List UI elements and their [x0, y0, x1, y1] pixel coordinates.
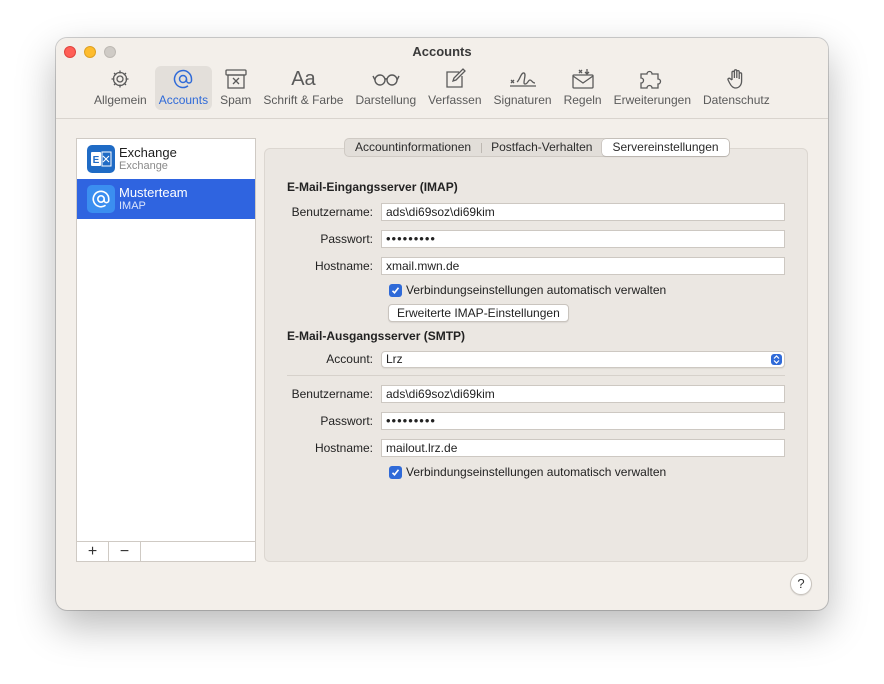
incoming-auto-manage-label: Verbindungseinstellungen automatisch ver…: [406, 283, 667, 297]
tab-servereinstellungen[interactable]: Servereinstellungen: [602, 139, 729, 156]
incoming-server-heading: E-Mail-Eingangsserver (IMAP): [287, 180, 458, 194]
outgoing-auto-manage-checkbox[interactable]: [389, 465, 402, 479]
tab-label: Darstellung: [355, 93, 417, 107]
accounts-window: Accounts Allgemein Accounts Spam Aa Schr…: [56, 38, 828, 610]
incoming-password-label: Passwort:: [320, 232, 373, 246]
accounts-list: E Exchange Exchange Musterteam IMAP + −: [76, 138, 256, 562]
window-title: Accounts: [412, 44, 472, 59]
tab-schrift-farbe[interactable]: Aa Schrift & Farbe: [259, 66, 347, 110]
incoming-username-label: Benutzername:: [291, 205, 373, 219]
add-account-button[interactable]: +: [77, 542, 109, 561]
puzzle-icon: [637, 67, 667, 91]
incoming-hostname-row: Hostname: xmail.mwn.de: [287, 257, 785, 275]
settings-segmented-control: Accountinformationen Postfach-Verhalten …: [344, 138, 730, 157]
tab-postfach-verhalten[interactable]: Postfach-Verhalten: [481, 139, 602, 156]
outgoing-auto-manage[interactable]: Verbindungseinstellungen automatisch ver…: [389, 465, 666, 479]
at-icon: [172, 67, 194, 91]
outgoing-hostname-row: Hostname: mailout.lrz.de: [287, 439, 785, 457]
account-name: Musterteam: [119, 185, 188, 200]
outgoing-password-row: Passwort: •••••••••: [287, 412, 785, 430]
compose-icon: [444, 67, 466, 91]
outgoing-server-heading: E-Mail-Ausgangsserver (SMTP): [287, 329, 466, 343]
preferences-toolbar: Accounts Allgemein Accounts Spam Aa Schr…: [56, 38, 828, 119]
outgoing-account-label: Account:: [326, 352, 373, 366]
incoming-hostname-input[interactable]: xmail.mwn.de: [381, 257, 785, 275]
incoming-username-row: Benutzername: ads\di69soz\di69kim: [287, 203, 785, 221]
tab-label: Verfassen: [428, 93, 482, 107]
incoming-password-input[interactable]: •••••••••: [381, 230, 785, 248]
outgoing-username-row: Benutzername: ads\di69soz\di69kim: [287, 385, 785, 403]
signature-icon: [508, 67, 538, 91]
svg-text:E: E: [93, 155, 100, 166]
tab-label: Schrift & Farbe: [263, 93, 344, 107]
tab-label: Allgemein: [94, 93, 147, 107]
checkmark-icon: [391, 468, 400, 476]
tab-label: Regeln: [563, 93, 602, 107]
account-item-exchange[interactable]: E Exchange Exchange: [77, 139, 255, 179]
tab-label: Erweiterungen: [613, 93, 691, 107]
tab-erweiterungen[interactable]: Erweiterungen: [610, 66, 695, 110]
tab-spam[interactable]: Spam: [216, 66, 255, 110]
tab-datenschutz[interactable]: Datenschutz: [699, 66, 774, 110]
tab-label: Signaturen: [493, 93, 552, 107]
tab-regeln[interactable]: Regeln: [560, 66, 606, 110]
junk-icon: [224, 67, 248, 91]
account-name: Exchange: [119, 145, 177, 160]
outgoing-username-input[interactable]: ads\di69soz\di69kim: [381, 385, 785, 403]
section-divider: [287, 375, 785, 376]
advanced-imap-settings-button[interactable]: Erweiterte IMAP-Einstellungen: [388, 304, 569, 322]
tab-label: Datenschutz: [703, 93, 770, 107]
incoming-username-input[interactable]: ads\di69soz\di69kim: [381, 203, 785, 221]
tab-accounts[interactable]: Accounts: [154, 66, 213, 110]
tab-darstellung[interactable]: Darstellung: [351, 66, 420, 110]
select-arrows-icon: [771, 353, 782, 365]
account-item-musterteam[interactable]: Musterteam IMAP: [77, 179, 255, 219]
outgoing-account-value: Lrz: [386, 351, 403, 366]
tab-label: Accounts: [158, 93, 209, 107]
outgoing-account-row: Account: Lrz: [287, 350, 785, 368]
gear-icon: [109, 67, 131, 91]
at-icon: [87, 185, 115, 213]
preferences-tabs: Allgemein Accounts Spam Aa Schrift & Far…: [90, 66, 778, 110]
tab-signaturen[interactable]: Signaturen: [490, 66, 556, 110]
tab-verfassen[interactable]: Verfassen: [424, 66, 485, 110]
outgoing-password-input[interactable]: •••••••••: [381, 412, 785, 430]
incoming-password-row: Passwort: •••••••••: [287, 230, 785, 248]
tab-allgemein[interactable]: Allgemein: [90, 66, 151, 110]
checkmark-icon: [391, 286, 400, 294]
hand-icon: [725, 67, 747, 91]
incoming-hostname-label: Hostname:: [314, 259, 373, 273]
incoming-auto-manage-checkbox[interactable]: [389, 283, 402, 297]
remove-account-button[interactable]: −: [109, 542, 141, 561]
account-type: Exchange: [119, 160, 168, 172]
accounts-list-footer: + −: [77, 541, 255, 561]
tab-accountinformationen[interactable]: Accountinformationen: [345, 139, 481, 156]
outgoing-hostname-label: Hostname:: [314, 441, 373, 455]
outgoing-account-select[interactable]: Lrz: [381, 350, 785, 368]
outgoing-auto-manage-label: Verbindungseinstellungen automatisch ver…: [406, 465, 667, 479]
exchange-icon: E: [87, 145, 115, 173]
incoming-auto-manage[interactable]: Verbindungseinstellungen automatisch ver…: [389, 283, 666, 297]
outgoing-hostname-input[interactable]: mailout.lrz.de: [381, 439, 785, 457]
outgoing-password-label: Passwort:: [320, 414, 373, 428]
rules-icon: [571, 67, 595, 91]
font-icon: Aa: [291, 67, 316, 90]
account-type: IMAP: [119, 200, 146, 212]
help-button[interactable]: ?: [790, 573, 812, 595]
glasses-icon: [371, 67, 401, 91]
tab-label: Spam: [220, 93, 252, 107]
outgoing-username-label: Benutzername:: [291, 387, 373, 401]
